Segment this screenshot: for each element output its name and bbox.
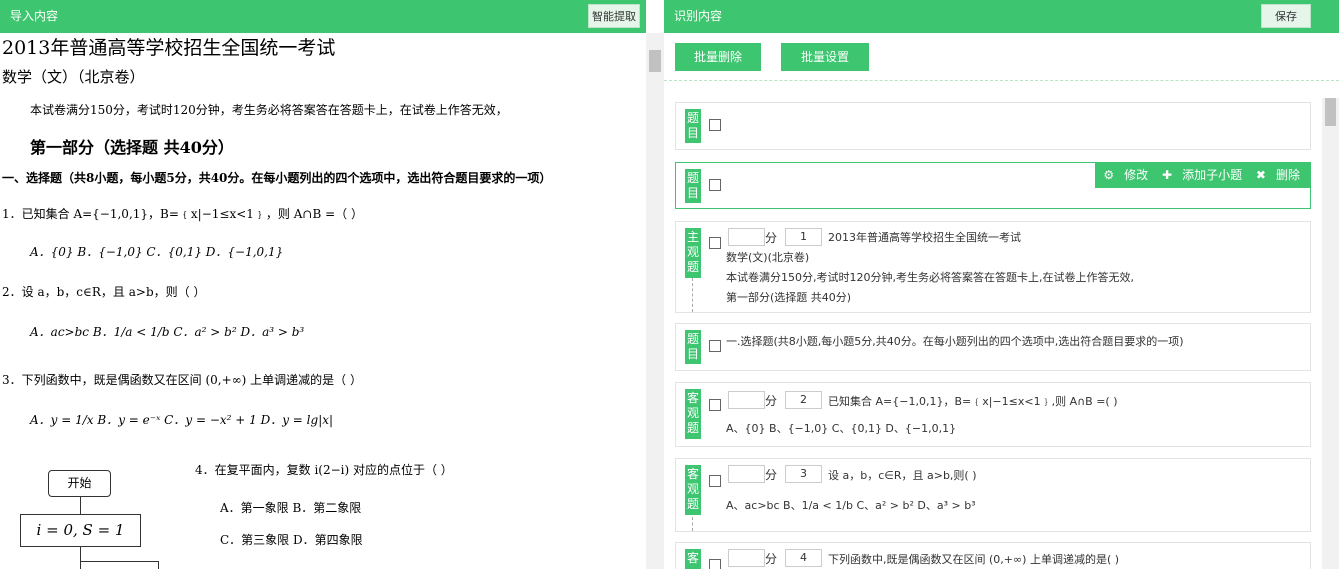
delete-button[interactable]: 删除 — [1276, 168, 1300, 182]
recognized-scrollbar[interactable] — [1322, 98, 1339, 569]
doc-section-heading: 一、选择题（共8小题，每小题5分，共40分。在每小题列出的四个选项中，选出符合题… — [2, 171, 552, 185]
card-type-tag: 客观题 — [685, 389, 701, 439]
document-scrollbar[interactable] — [646, 33, 664, 569]
question-card[interactable]: 题目 — [675, 102, 1311, 150]
score-unit: 分 — [765, 552, 778, 566]
doc-title: 2013年普通高等学校招生全国统一考试 — [2, 37, 336, 59]
smart-extract-button[interactable]: 智能提取 — [588, 4, 640, 28]
card-type-tag: 客观题 — [685, 465, 701, 515]
card-select-checkbox[interactable] — [709, 179, 721, 191]
flowchart-connector — [80, 547, 81, 569]
save-button[interactable]: 保存 — [1261, 4, 1311, 28]
card-select-checkbox[interactable] — [709, 399, 721, 411]
question-2-options: A．ac>bc B．1/a < 1/b C．a² > b² D．a³ > b³ — [30, 325, 305, 339]
card-text: 数学(文)(北京卷) — [726, 251, 810, 264]
flowchart-start-node: 开始 — [48, 470, 111, 497]
card-type-tag: 主观题 — [685, 228, 701, 278]
question-card[interactable]: 客观题 分 2 已知集合 A={−1,0,1}，B=﹛x|−1≤x<1﹜,则 A… — [675, 382, 1311, 447]
score-input[interactable] — [728, 391, 765, 409]
question-2: 2．设 a，b，c∈R，且 a>b，则（ ） — [2, 285, 206, 299]
score-unit: 分 — [765, 394, 778, 408]
card-select-checkbox[interactable] — [709, 340, 721, 352]
question-number-input[interactable]: 4 — [785, 549, 822, 567]
card-actions-bar: ⚙ 修改 ✚ 添加子小题 ✖ 删除 — [1095, 163, 1310, 188]
card-type-tag: 题目 — [685, 109, 701, 143]
card-select-checkbox[interactable] — [709, 475, 721, 487]
recognized-scrollbar-thumb[interactable] — [1325, 98, 1336, 126]
card-type-tag: 题目 — [685, 169, 701, 203]
divider — [692, 278, 693, 312]
flowchart-connector — [158, 561, 159, 569]
card-text: 一.选择题(共8小题,每小题5分,共40分。在每小题列出的四个选项中,选出符合题… — [726, 335, 1184, 348]
score-unit: 分 — [765, 231, 778, 245]
card-type-tag: 题目 — [685, 330, 701, 364]
card-select-checkbox[interactable] — [709, 559, 721, 569]
question-card[interactable]: 客观题 分 3 设 a，b，c∈R，且 a>b,则( ) A、ac>bc B、1… — [675, 458, 1311, 532]
question-card[interactable]: 主观题 分 1 2013年普通高等学校招生全国统一考试 数学(文)(北京卷) 本… — [675, 221, 1311, 313]
document-scrollbar-thumb[interactable] — [649, 50, 661, 72]
score-input[interactable] — [728, 465, 765, 483]
app-root: 导入内容 智能提取 识别内容 保存 2013年普通高等学校招生全国统一考试 数学… — [0, 0, 1339, 569]
question-4-options-row-2: C．第三象限 D．第四象限 — [220, 533, 363, 547]
doc-part-heading: 第一部分（选择题 共40分） — [30, 138, 234, 157]
divider — [692, 517, 693, 531]
card-options: A、ac>bc B、1/a < 1/b C、a² > b² D、a³ > b³ — [726, 499, 976, 512]
card-select-checkbox[interactable] — [709, 119, 721, 131]
close-icon: ✖ — [1255, 168, 1266, 182]
recognized-panel-title: 识别内容 — [674, 9, 723, 23]
document-editor[interactable]: 2013年普通高等学校招生全国统一考试 数学（文）（北京卷） 本试卷满分150分… — [0, 33, 646, 569]
import-panel-header: 导入内容 智能提取 — [0, 0, 646, 33]
recognized-panel-header: 识别内容 保存 — [664, 0, 1339, 33]
doc-note: 本试卷满分150分，考试时120分钟，考生务必将答案答在答题卡上，在试卷上作答无… — [30, 103, 508, 117]
card-text: 2013年普通高等学校招生全国统一考试 — [828, 231, 1021, 244]
flowchart-connector — [80, 497, 81, 514]
question-number-input[interactable]: 3 — [785, 465, 822, 483]
question-card[interactable]: 客 分 4 下列函数中,既是偶函数又在区间 (0,+∞) 上单调递减的是( ) — [675, 542, 1311, 569]
import-panel-title: 导入内容 — [10, 9, 59, 23]
batch-settings-button[interactable]: 批量设置 — [781, 43, 869, 71]
score-unit: 分 — [765, 468, 778, 482]
question-4-options-row-1: A．第一象限 B．第二象限 — [220, 501, 362, 515]
question-1: 1．已知集合 A={−1,0,1}，B=﹛x|−1≤x<1﹜，则 A∩B =（ … — [2, 207, 363, 221]
card-text: 本试卷满分150分,考试时120分钟,考生务必将答案答在答题卡上,在试卷上作答无… — [726, 271, 1134, 284]
card-text: 下列函数中,既是偶函数又在区间 (0,+∞) 上单调递减的是( ) — [828, 553, 1120, 566]
card-text: 第一部分(选择题 共40分) — [726, 291, 852, 304]
card-select-checkbox[interactable] — [709, 237, 721, 249]
flowchart-connector — [80, 561, 158, 562]
question-1-options: A．{0} B．{−1,0} C．{0,1} D．{−1,0,1} — [30, 245, 284, 259]
question-3-options: A．y = 1/x B．y = e⁻ˣ C．y = −x² + 1 D．y = … — [30, 413, 334, 427]
edit-button[interactable]: 修改 — [1124, 168, 1148, 182]
card-type-tag: 客 — [685, 549, 701, 569]
recognized-content-pane: 批量删除 批量设置 题目 题目 ⚙ 修改 ✚ 添加子小题 ✖ 删除 主观题 分 1 — [664, 33, 1339, 569]
question-number-input[interactable]: 1 — [785, 228, 822, 246]
card-text: 设 a，b，c∈R，且 a>b,则( ) — [828, 469, 977, 482]
card-options: A、{0} B、{−1,0} C、{0,1} D、{−1,0,1} — [726, 422, 957, 435]
doc-subtitle: 数学（文）（北京卷） — [2, 68, 145, 86]
plus-icon: ✚ — [1162, 168, 1173, 182]
question-card[interactable]: 题目 一.选择题(共8小题,每小题5分,共40分。在每小题列出的四个选项中,选出… — [675, 323, 1311, 371]
score-input[interactable] — [728, 228, 765, 246]
question-number-input[interactable]: 2 — [785, 391, 822, 409]
flowchart-process-node: i = 0, S = 1 — [20, 514, 141, 547]
score-input[interactable] — [728, 549, 765, 567]
question-card-selected[interactable]: 题目 ⚙ 修改 ✚ 添加子小题 ✖ 删除 — [675, 162, 1311, 209]
divider — [664, 80, 1339, 81]
batch-delete-button[interactable]: 批量删除 — [675, 43, 761, 71]
gear-icon: ⚙ — [1103, 168, 1115, 182]
card-text: 已知集合 A={−1,0,1}，B=﹛x|−1≤x<1﹜,则 A∩B =( ) — [828, 395, 1118, 408]
question-3: 3．下列函数中，既是偶函数又在区间 (0,+∞) 上单调递减的是（ ） — [2, 373, 362, 387]
question-4: 4．在复平面内，复数 i(2−i) 对应的点位于（ ） — [195, 463, 453, 477]
add-sub-question-button[interactable]: 添加子小题 — [1182, 168, 1242, 182]
